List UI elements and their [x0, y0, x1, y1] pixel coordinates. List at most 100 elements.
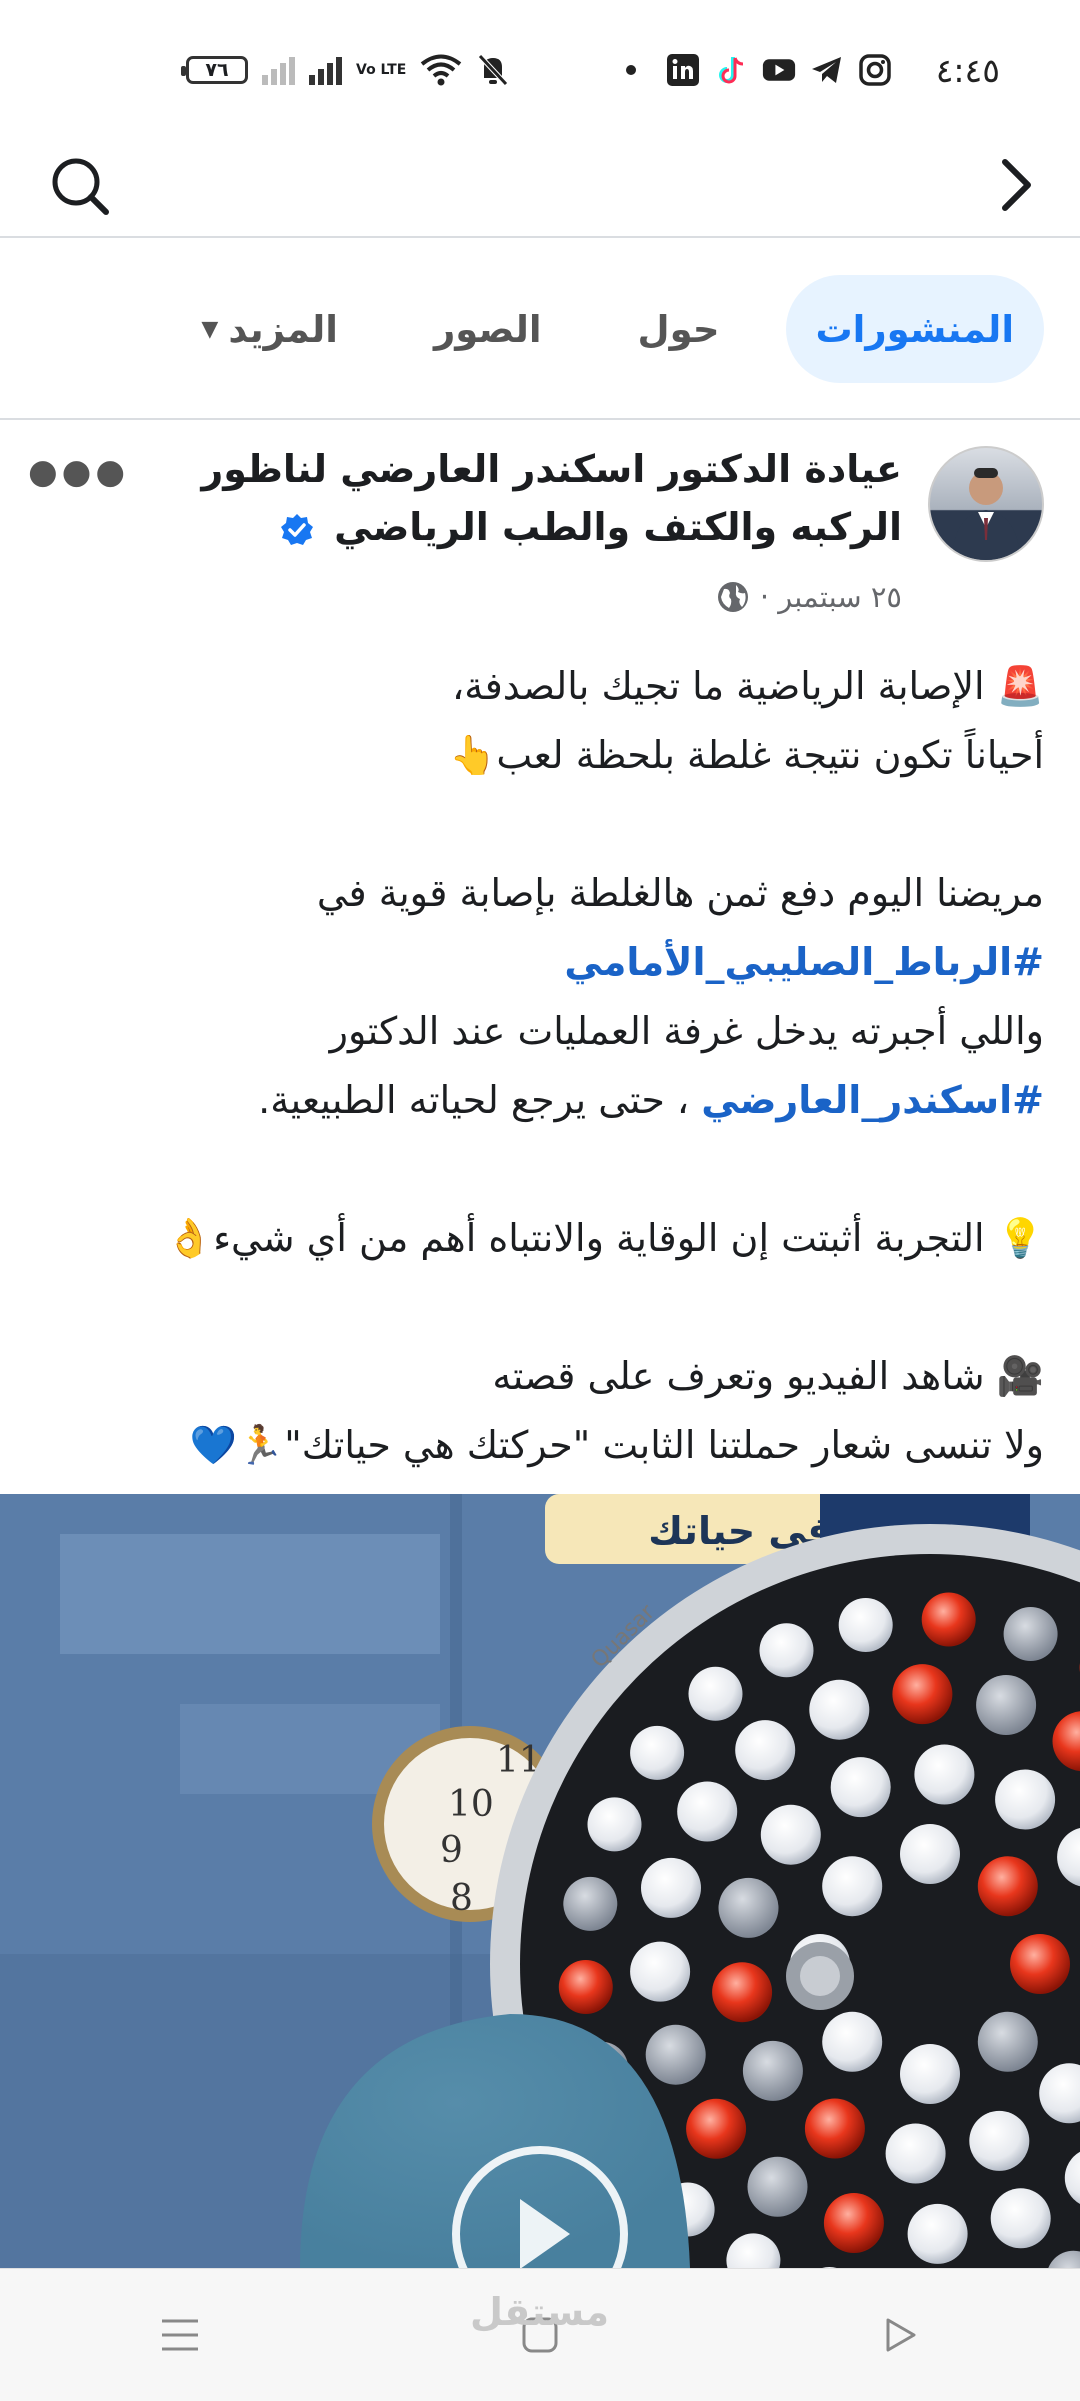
clock-number: 10: [448, 1784, 494, 1825]
lamp-bulb: [1004, 1607, 1058, 1661]
post-header: عيادة الدكتور اسكندر العارضي لناظور الرك…: [0, 440, 1080, 630]
post-body: 🚨 الإصابة الرياضية ما تجيك بالصدفة، أحيا…: [36, 652, 1044, 1480]
lamp-bulb: [969, 2111, 1029, 2171]
lamp-bulb: [991, 2188, 1051, 2248]
lamp-bulb: [760, 1623, 814, 1677]
lamp-bulb: [630, 1942, 690, 2002]
lamp-bulb: [886, 2124, 946, 2184]
lamp-bulb: [978, 2012, 1038, 2072]
status-right-group: ٤:٤٥: [626, 51, 1000, 90]
top-bar: [0, 140, 1080, 238]
lamp-bulb: [809, 1680, 869, 1740]
instagram-icon: [858, 53, 892, 87]
hashtag-link[interactable]: #الرباط_الصليبي_الأمامي: [564, 940, 1044, 984]
globe-icon: [716, 580, 750, 614]
play-icon[interactable]: [860, 2295, 940, 2375]
tab-about[interactable]: حول: [608, 275, 750, 383]
watermark-logo: مستقل: [470, 2290, 609, 2334]
lamp-bulb: [900, 1824, 960, 1884]
lamp-bulb: [839, 1598, 893, 1652]
post-line: 💡 التجربة أثبتت إن الوقاية والانتباه أهم…: [36, 1204, 1044, 1273]
lamp-bulb: [559, 1960, 613, 2014]
lamp-bulb: [922, 1593, 976, 1647]
lamp-bulb: [641, 1858, 701, 1918]
tab-more-label: المزيد: [228, 308, 338, 351]
mute-icon: [476, 52, 510, 88]
signal-icon-secondary: [262, 55, 295, 85]
lamp-bulb: [761, 1805, 821, 1865]
more-options-icon[interactable]: ●●●: [28, 452, 129, 492]
post-line: 🎥 شاهد الفيديو وتعرف على قصته: [36, 1342, 1044, 1411]
volte-icon: Vo LTE: [356, 63, 406, 78]
lamp-bulb: [719, 1878, 779, 1938]
lamp-bulb: [824, 2193, 884, 2253]
post-line: مريضنا اليوم دفع ثمن هالغلطة بإصابة قوية…: [36, 859, 1044, 928]
blank-line: [36, 1135, 1044, 1204]
tiktok-icon: [714, 53, 748, 87]
lamp-bulb: [748, 2157, 808, 2217]
lamp-bulb: [892, 1664, 952, 1724]
lamp-bulb: [677, 1782, 737, 1842]
lamp-bulb: [978, 1856, 1038, 1916]
verified-badge-icon: [279, 512, 315, 548]
post-line: ولا تنسى شعار حملتنا الثابت "حركتك هي حي…: [36, 1411, 1044, 1480]
section-divider: [0, 418, 1080, 420]
post-date[interactable]: ٢٥ سبتمبر ·: [760, 580, 902, 614]
post-meta: ٢٥ سبتمبر ·: [716, 580, 902, 614]
lamp-bulb: [712, 1962, 772, 2022]
video-frame: 11 10 9 8 في حياتك Quasar: [0, 1494, 1080, 2268]
post-line-rest: ، حتى يرجع لحياته الطبيعية.: [258, 1078, 701, 1122]
post-line: #الرباط_الصليبي_الأمامي: [36, 928, 1044, 997]
lamp-bulb: [686, 2099, 746, 2159]
menu-icon[interactable]: [140, 2295, 220, 2375]
youtube-icon: [762, 53, 796, 87]
tab-posts[interactable]: المنشورات: [786, 275, 1045, 383]
post-line: #اسكندر_العارضي ، حتى يرجع لحياته الطبيع…: [36, 1066, 1044, 1135]
lamp-bulb: [908, 2204, 968, 2264]
clock-time: ٤:٤٥: [936, 51, 1000, 90]
lamp-bulb: [735, 1720, 795, 1780]
lamp-bulb: [1010, 1934, 1070, 1994]
clock-number: 9: [440, 1830, 463, 1871]
battery-icon: ٧٦: [186, 56, 248, 84]
lamp-bulb: [630, 1726, 684, 1780]
wifi-icon: [420, 53, 462, 87]
signal-icon: [309, 55, 342, 85]
chevron-right-icon[interactable]: [980, 150, 1050, 220]
lamp-bulb: [831, 1757, 891, 1817]
tab-posts-label: المنشورات: [816, 308, 1015, 351]
status-bar: ٧٦ Vo LTE ٤:٤٥: [0, 0, 1080, 140]
lamp-bulb: [743, 2041, 803, 2101]
hashtag-link[interactable]: #اسكندر_العارضي: [701, 1078, 1044, 1122]
system-navigation-bar: [0, 2268, 1080, 2401]
lamp-bulb: [805, 2099, 865, 2159]
lamp-bulb: [976, 1675, 1036, 1735]
page-name[interactable]: عيادة الدكتور اسكندر العارضي لناظور الرك…: [142, 440, 902, 556]
status-left-group: ٧٦ Vo LTE: [186, 52, 510, 88]
lamp-bulb: [900, 2044, 960, 2104]
tab-more[interactable]: ▼ المزيد: [171, 275, 368, 383]
clock-number: 8: [450, 1878, 473, 1919]
post-video[interactable]: 11 10 9 8 في حياتك Quasar: [0, 1494, 1080, 2268]
tab-photos[interactable]: الصور: [404, 275, 572, 383]
post-line: أحياناً تكون نتيجة غلطة بلحظة لعب👆: [36, 721, 1044, 790]
lamp-bulb: [689, 1667, 743, 1721]
dot-icon: [626, 65, 636, 75]
search-icon[interactable]: [44, 150, 114, 220]
tab-photos-label: الصور: [434, 308, 542, 351]
lamp-bulb: [914, 1745, 974, 1805]
tab-about-label: حول: [638, 308, 720, 351]
blank-line: [36, 790, 1044, 859]
doctor-photo: [930, 448, 1042, 560]
avatar[interactable]: [928, 446, 1044, 562]
caret-down-icon: ▼: [201, 317, 218, 342]
linkedin-icon: [666, 53, 700, 87]
telegram-icon: [810, 53, 844, 87]
lamp-bulb: [822, 2012, 882, 2072]
battery-level: ٧٦: [205, 59, 228, 81]
lamp-bulb: [646, 2025, 706, 2085]
lamp-bulb: [563, 1877, 617, 1931]
blank-line: [36, 1273, 1044, 1342]
lamp-bulb: [822, 1856, 882, 1916]
lamp-bulb: [588, 1797, 642, 1851]
